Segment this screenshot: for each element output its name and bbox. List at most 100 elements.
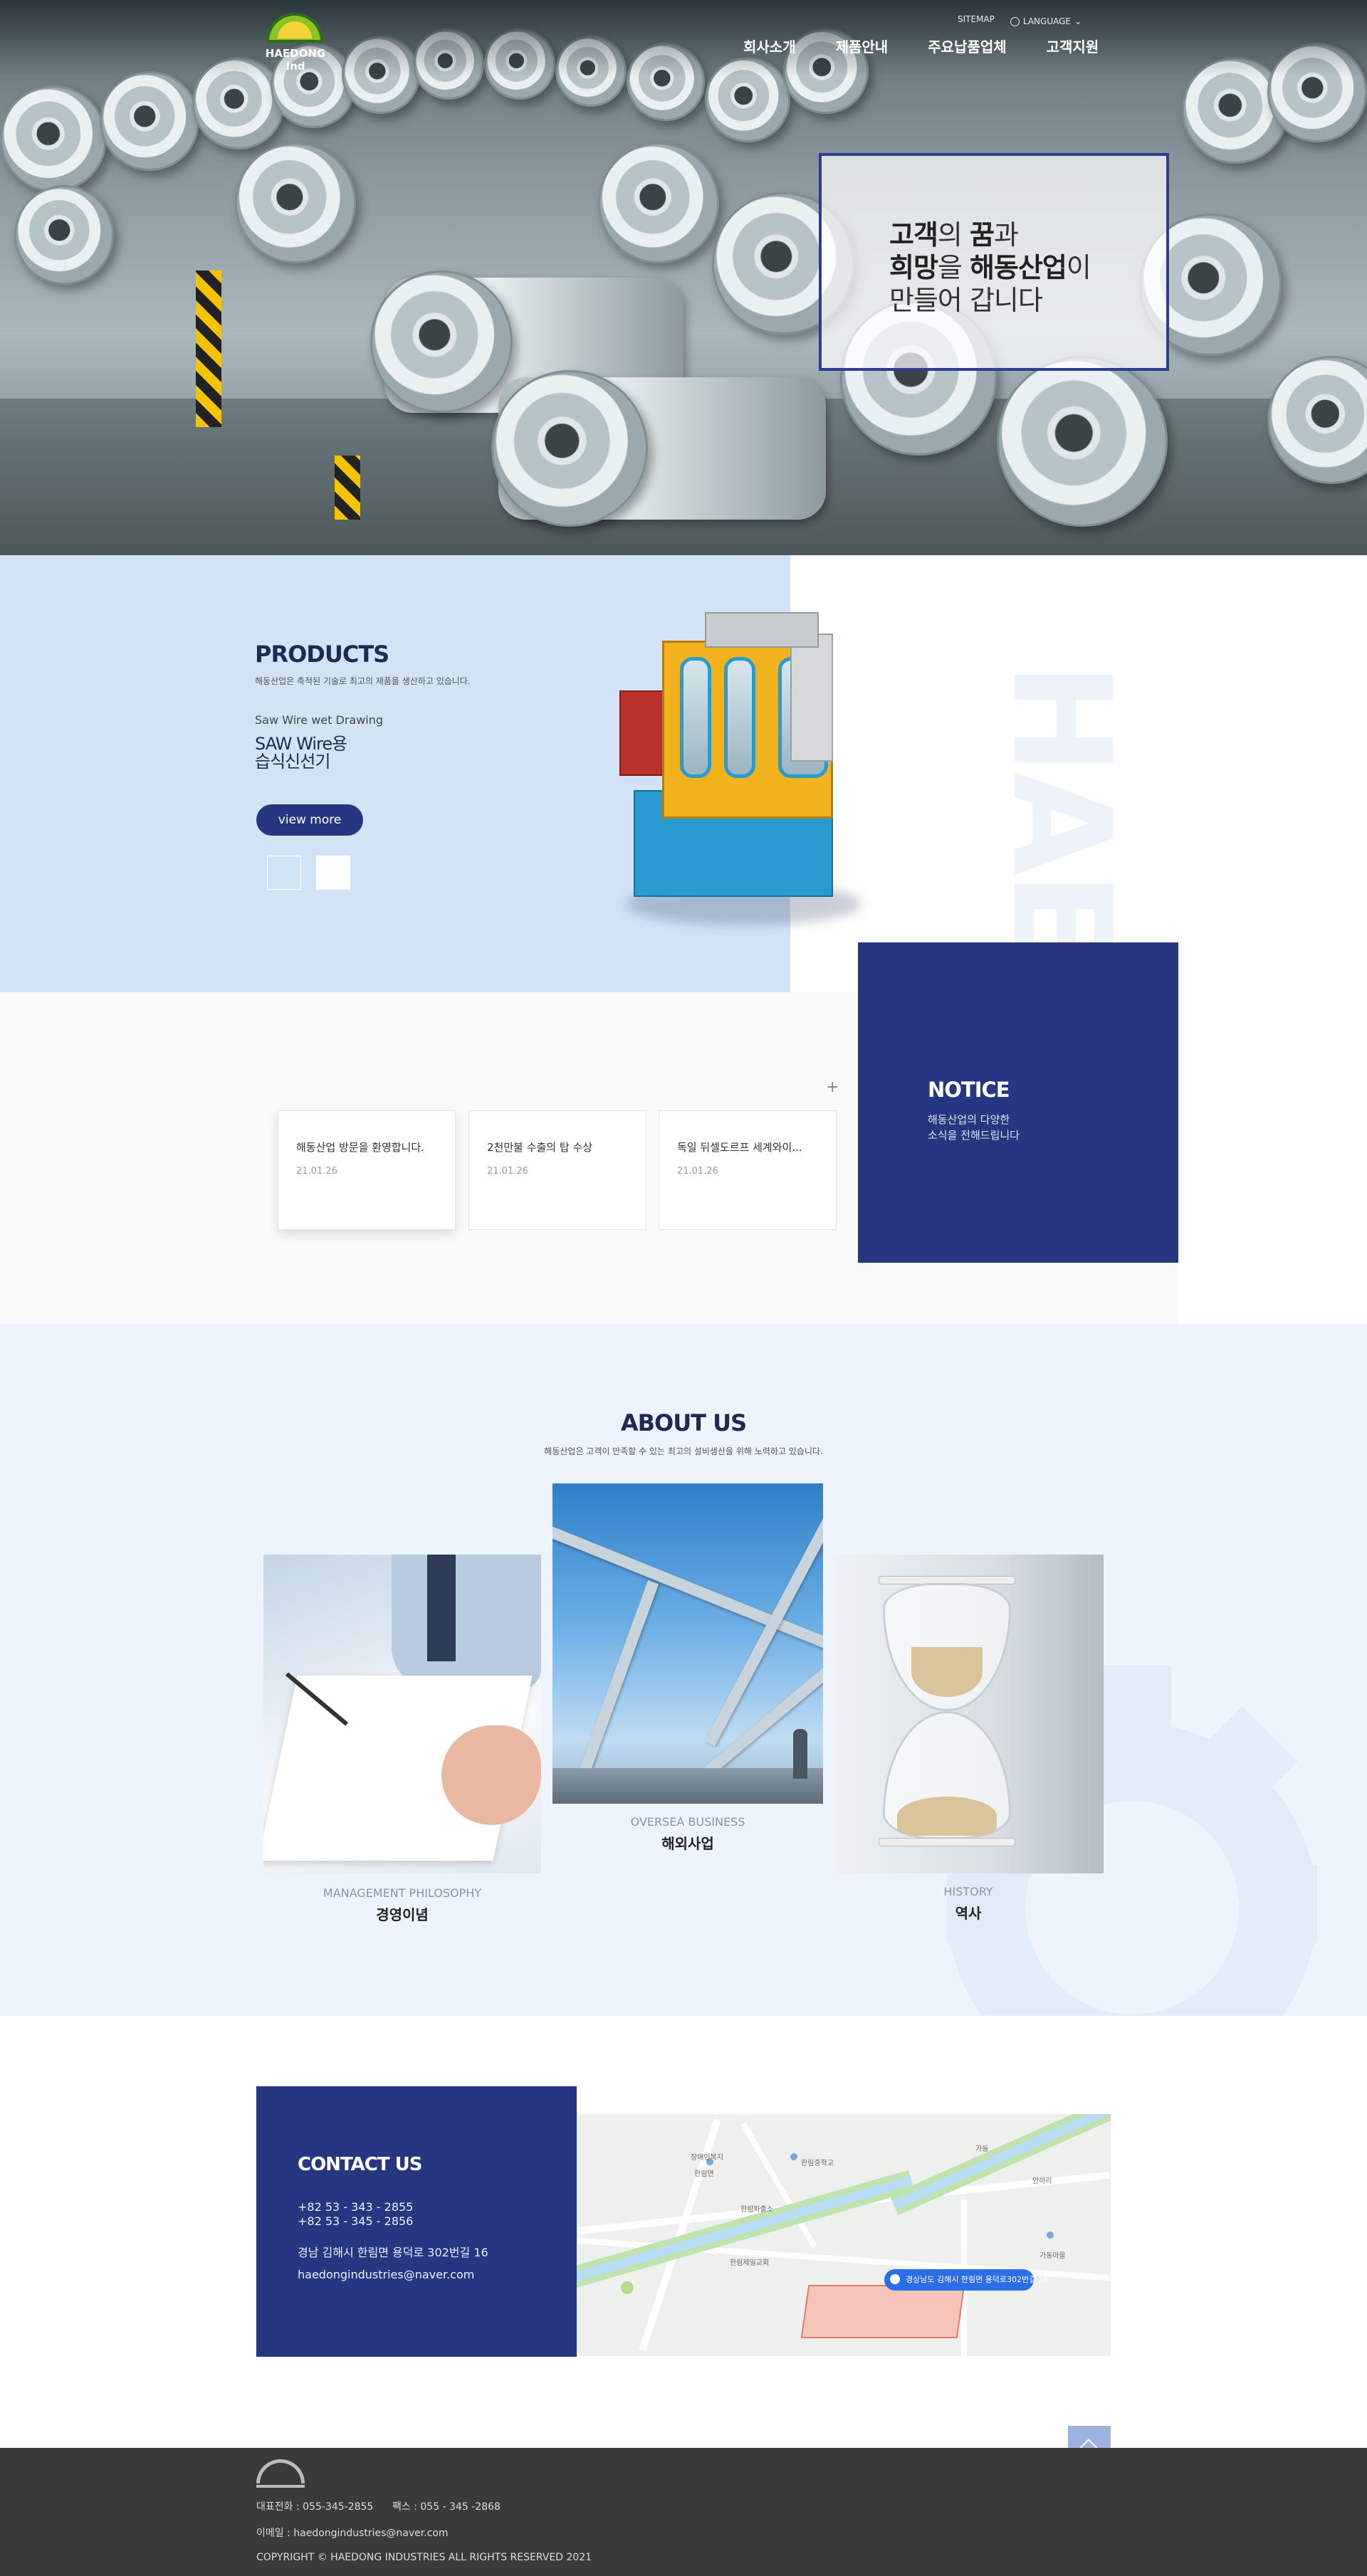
footer-phone: 대표전화 : 055-345-2855 팩스 : 055 - 345 -2868	[256, 2501, 501, 2513]
location-map[interactable]: 장애인복지 한림면 한림중학교 가동 안하리 한림파출소 한림제일교회 가동마을…	[577, 2114, 1111, 2356]
gear-tooth	[1239, 1865, 1317, 1943]
coil	[235, 142, 356, 263]
coil	[491, 370, 648, 527]
chevron-down-icon: ⌄	[1074, 16, 1082, 26]
map-poi	[1047, 2231, 1054, 2239]
footer-logo-arc-icon	[256, 2459, 305, 2483]
language-selector[interactable]: LANGUAGE ⌄	[1010, 14, 1081, 28]
machine-window	[680, 657, 711, 778]
products-title: PRODUCTS	[255, 641, 389, 668]
img-hand	[441, 1725, 541, 1825]
contact-fax: +82 53 - 345 - 2856	[298, 2214, 414, 2228]
machine-window	[724, 657, 755, 778]
notice-card[interactable]: 2천만불 수출의 탑 수상 21.01.26	[468, 1110, 646, 1230]
img-sleeve	[392, 1555, 541, 1690]
machine-top	[705, 612, 819, 648]
map-label: 한림중학교	[801, 2160, 834, 2167]
coil	[370, 270, 513, 413]
notice-card-title: 2천만불 수출의 탑 수상	[487, 1141, 593, 1154]
about-caption-ko[interactable]: 역사	[833, 1902, 1104, 1923]
map-label: 가동마을	[1039, 2252, 1066, 2260]
map-label: 가동	[975, 2145, 989, 2153]
machine-control-panel	[790, 634, 833, 762]
coil	[0, 85, 107, 192]
map-poi	[790, 2153, 797, 2160]
history-image[interactable]	[833, 1555, 1104, 1873]
contact-email[interactable]: haedongindustries@naver.com	[298, 2268, 474, 2281]
product-image[interactable]	[612, 612, 883, 925]
map-label: 한림제일교회	[730, 2259, 770, 2267]
hero-slogan-box: 고객의 꿈과 희망을 해동산업이 만들어 갑니다	[819, 153, 1169, 371]
safety-stripe	[335, 456, 360, 520]
notice-card-title: 해동산업 방문을 환영합니다.	[296, 1141, 424, 1154]
management-philosophy-image[interactable]	[263, 1555, 541, 1873]
map-river	[577, 2170, 915, 2293]
about-section: ABOUT US 해동산업은 고객이 만족할 수 있는 최고의 설비생산을 위해…	[0, 1324, 1367, 2016]
map-label: 장애인복지	[691, 2154, 723, 2162]
slider-prev-button[interactable]	[267, 856, 301, 890]
hero-banner: HAEDONG Ind SITEMAP LANGUAGE ⌄ 회사소개 제품안내…	[0, 0, 1367, 555]
header-bar	[0, 0, 1367, 77]
hourglass-cap	[879, 1838, 1015, 1846]
footer-logo	[256, 2459, 305, 2492]
notice-card-title: 독일 뒤셀도르프 세계와이...	[677, 1141, 802, 1154]
map-label: 한림파출소	[740, 2206, 773, 2214]
contact-box: CONTACT US +82 53 - 343 - 2855 +82 53 - …	[256, 2086, 577, 2357]
notice-card-date: 21.01.26	[487, 1166, 528, 1177]
map-property-area	[800, 2285, 965, 2338]
nav-item-company[interactable]: 회사소개	[743, 36, 796, 56]
nav-item-products[interactable]: 제품안내	[836, 36, 889, 56]
main-nav: 회사소개 제품안내 주요납품업체 고객지원	[743, 36, 1099, 56]
hourglass-sand	[897, 1797, 997, 1836]
notice-subtitle: 해동산업의 다양한	[928, 1113, 1010, 1126]
language-label: LANGUAGE	[1022, 16, 1071, 26]
notice-card[interactable]: 독일 뒤셀도르프 세계와이... 21.01.26	[659, 1110, 837, 1230]
nav-item-clients[interactable]: 주요납품업체	[928, 36, 1006, 56]
slogan-word: 이	[1066, 252, 1091, 283]
about-caption-ko[interactable]: 경영이념	[263, 1903, 541, 1924]
notice-card-date: 21.01.26	[296, 1166, 337, 1177]
contact-tel: +82 53 - 343 - 2855	[298, 2200, 414, 2214]
globe-icon	[1010, 16, 1020, 26]
product-category: Saw Wire wet Drawing	[255, 713, 384, 727]
view-more-button[interactable]: view more	[256, 804, 363, 836]
slider-next-button[interactable]	[316, 856, 350, 890]
about-caption-en: HISTORY	[943, 1885, 993, 1898]
coil	[598, 142, 719, 263]
map-label: 안하리	[1032, 2177, 1052, 2185]
about-title: ABOUT US	[620, 1409, 747, 1436]
hourglass-icon	[879, 1576, 1015, 1846]
contact-title: CONTACT US	[298, 2154, 422, 2175]
img-city	[552, 1768, 823, 1804]
footer-copyright: COPYRIGHT © HAEDONG INDUSTRIES ALL RIGHT…	[256, 2552, 592, 2563]
hourglass-sand	[911, 1647, 983, 1697]
notice-title: NOTICE	[928, 1078, 1010, 1102]
footer-logo-bar	[256, 2485, 305, 2488]
img-person	[793, 1729, 807, 1779]
oversea-business-image[interactable]	[552, 1483, 823, 1804]
about-caption-ko[interactable]: 해외사업	[552, 1832, 823, 1853]
sitemap-link[interactable]: SITEMAP	[958, 14, 995, 28]
safety-stripe	[196, 270, 221, 427]
about-subtitle: 해동산업은 고객이 만족할 수 있는 최고의 설비생산을 위해 노력하고 있습니…	[544, 1446, 823, 1456]
logo-text: HAEDONG Ind	[265, 47, 326, 73]
contact-address: 경남 김해시 한림면 용덕로 302번길 16	[298, 2246, 488, 2259]
plus-icon[interactable]: +	[826, 1078, 839, 1096]
img-tie	[427, 1555, 456, 1661]
notice-card[interactable]: 해동산업 방문을 환영합니다. 21.01.26	[278, 1110, 456, 1230]
gear-tooth	[1093, 1666, 1171, 1744]
contact-section: CONTACT US +82 53 - 343 - 2855 +82 53 - …	[0, 2016, 1367, 2448]
notice-card-date: 21.01.26	[677, 1166, 718, 1177]
slogan-line-3: 만들어 갑니다	[889, 285, 1043, 316]
coil	[14, 185, 114, 285]
footer-email: 이메일 : haedongindustries@naver.com	[256, 2528, 449, 2539]
map-pin-icon[interactable]: 경상남도 김해시 한림면 용덕로302번길 16	[884, 2269, 1049, 2291]
notice-subtitle: 소식을 전해드립니다	[928, 1129, 1020, 1142]
company-logo[interactable]: HAEDONG Ind	[256, 13, 335, 73]
coil	[100, 71, 199, 171]
products-section: HAE PRODUCTS 해동산업은 축적된 기술로 최고의 제품을 생산하고 …	[0, 555, 1367, 992]
nav-item-support[interactable]: 고객지원	[1047, 36, 1099, 56]
notice-side-panel	[1178, 992, 1367, 1324]
utility-nav: SITEMAP LANGUAGE ⌄	[958, 14, 1081, 28]
map-label: 한림면	[694, 2170, 714, 2178]
